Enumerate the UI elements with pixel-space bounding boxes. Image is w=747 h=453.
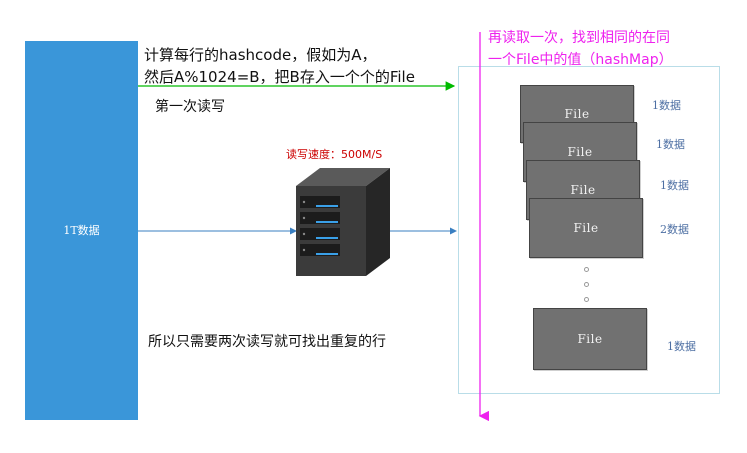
file-count-label: 1数据 — [667, 340, 696, 353]
file-count-label: 2数据 — [660, 223, 689, 236]
file-count-label: 1数据 — [660, 179, 689, 192]
file-box: File — [533, 308, 647, 370]
reread-line-2: 一个File中的值（hashMap） — [488, 52, 673, 68]
reread-text: 再读取一次，找到相同的在同 一个File中的值（hashMap） — [488, 27, 673, 71]
hash-step-line-1: 计算每行的hashcode，假如为A， — [144, 46, 377, 64]
reread-line-1: 再读取一次，找到相同的在同 — [488, 30, 670, 46]
hash-step-line-2: 然后A%1024=B，把B存入一个个的File — [144, 68, 415, 86]
file-count-label: 1数据 — [652, 99, 681, 112]
hash-step-text: 计算每行的hashcode，假如为A， 然后A%1024=B，把B存入一个个的F… — [144, 44, 415, 88]
server-icon — [296, 168, 390, 276]
file-count-label: 1数据 — [656, 138, 685, 151]
conclusion-text: 所以只需要两次读写就可找出重复的行 — [148, 334, 386, 350]
file-box: File — [529, 198, 643, 258]
first-pass-label: 第一次读写 — [155, 99, 225, 115]
ellipsis-dot — [584, 297, 589, 302]
ellipsis-dot — [584, 282, 589, 287]
io-speed-label: 读写速度：500M/S — [286, 148, 383, 161]
ellipsis-dot — [584, 267, 589, 272]
